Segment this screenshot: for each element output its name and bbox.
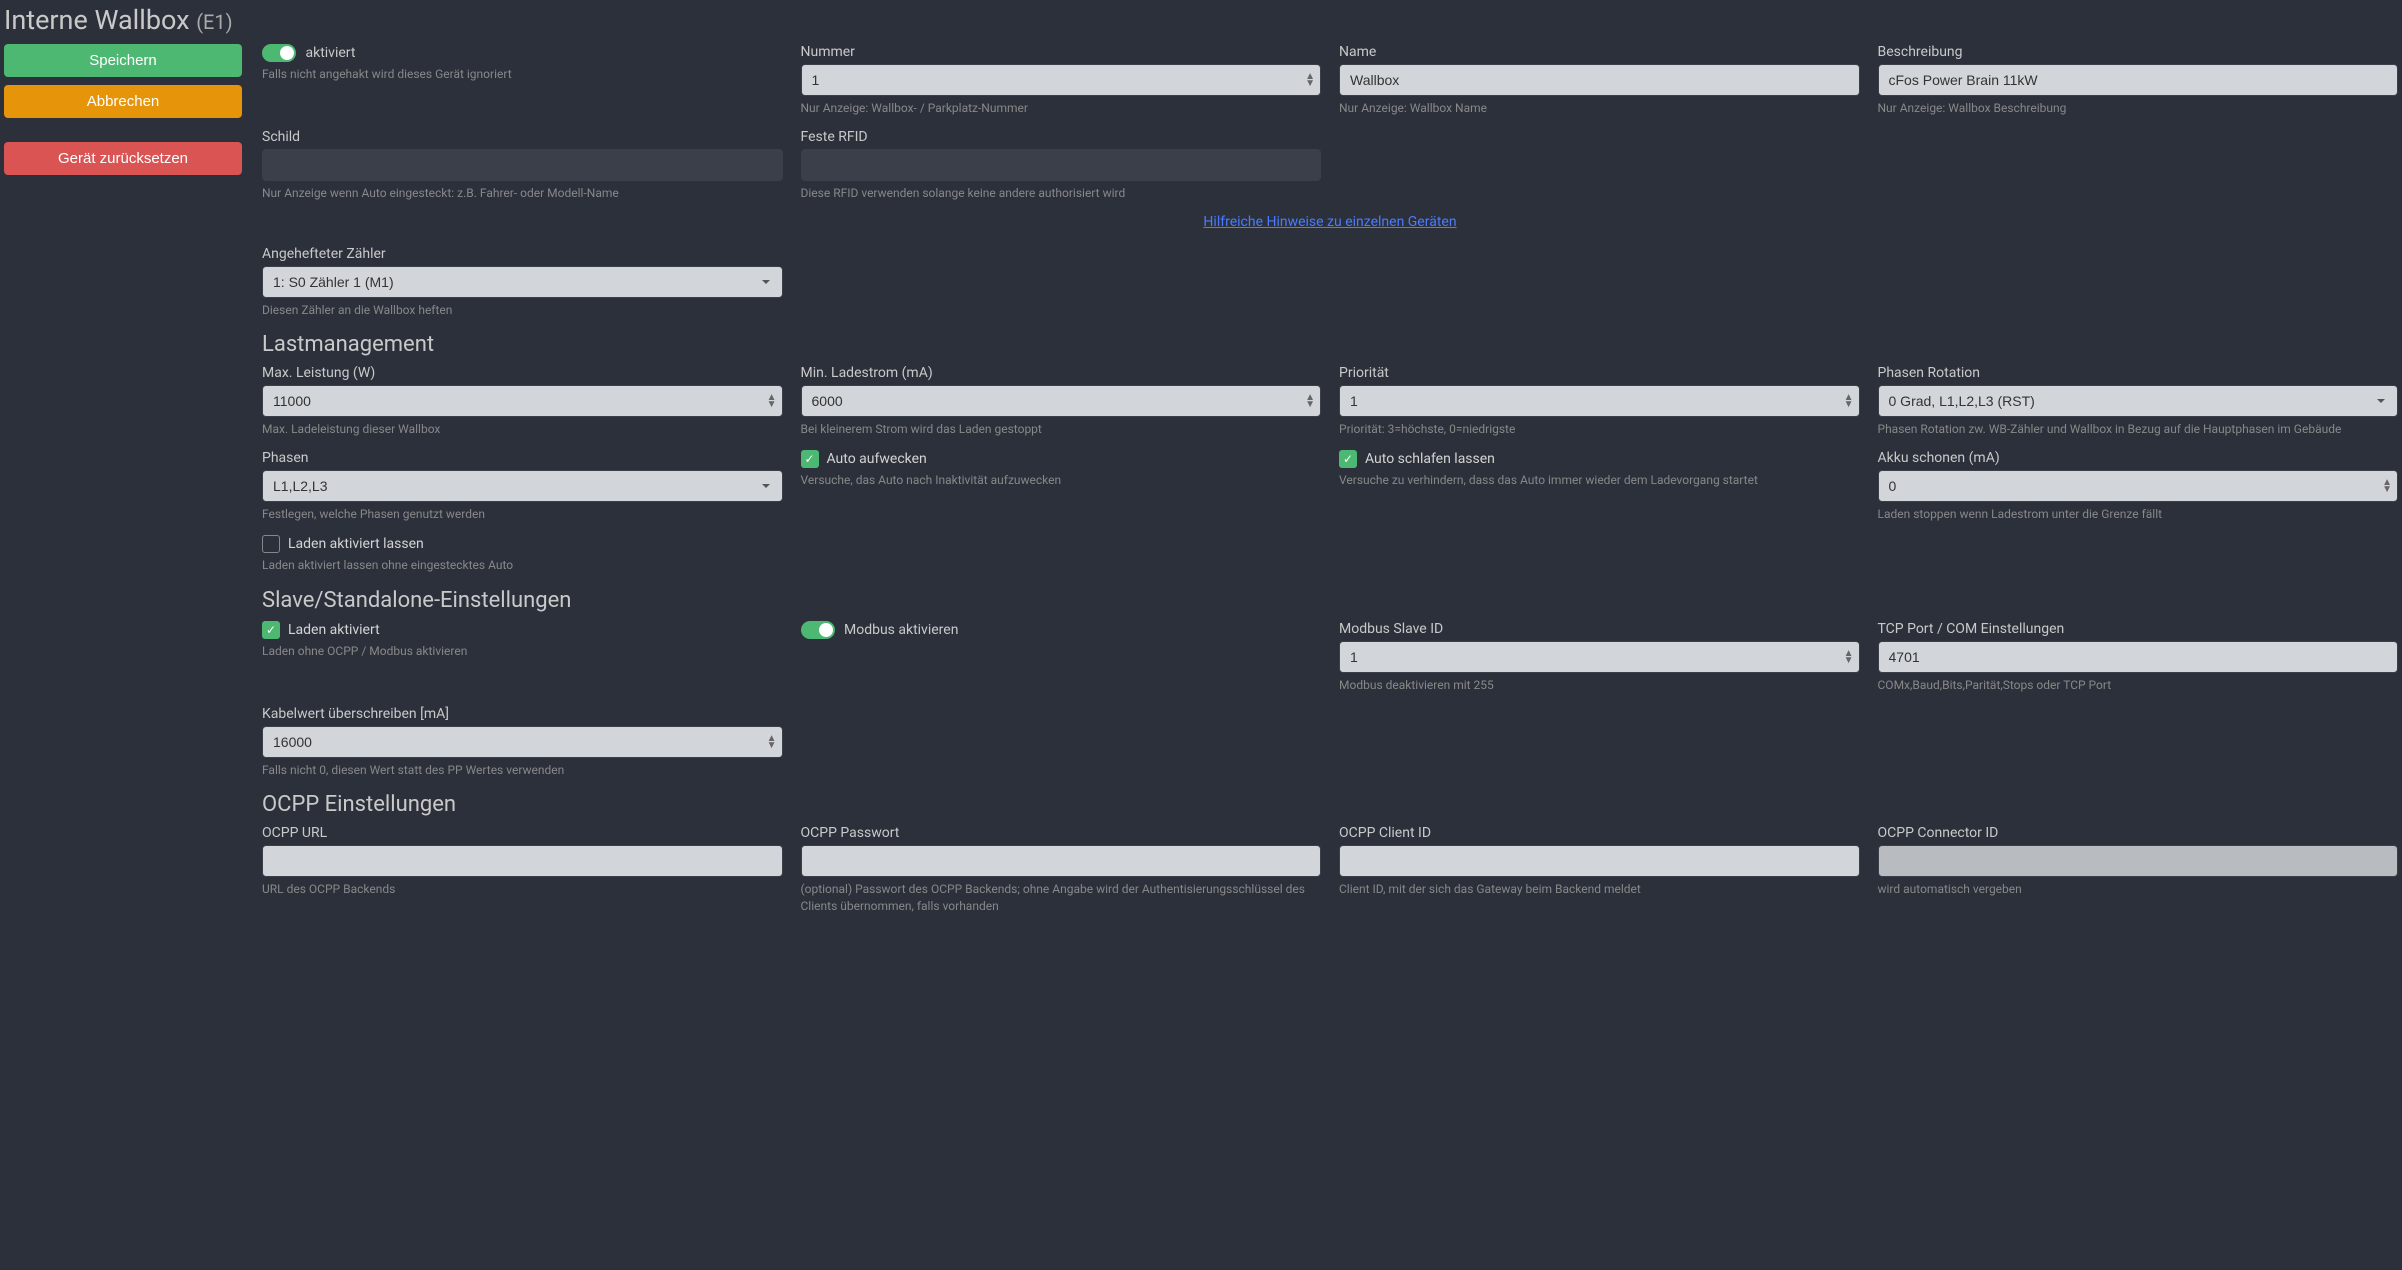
rfid-hint: Diese RFID verwenden solange keine ander… — [801, 185, 1322, 202]
max-power-input[interactable] — [262, 385, 783, 417]
modbus-active-toggle[interactable] — [801, 621, 835, 639]
tcp-port-label: TCP Port / COM Einstellungen — [1878, 621, 2399, 637]
ocpp-password-hint: (optional) Passwort des OCPP Backends; o… — [801, 881, 1322, 915]
description-hint: Nur Anzeige: Wallbox Beschreibung — [1878, 100, 2399, 117]
schild-input[interactable] — [262, 149, 783, 181]
akku-input[interactable] — [1878, 470, 2399, 502]
cancel-button[interactable]: Abbrechen — [4, 85, 242, 118]
wake-car-hint: Versuche, das Auto nach Inaktivität aufz… — [801, 472, 1322, 489]
phase-rotation-select[interactable]: 0 Grad, L1,L2,L3 (RST) — [1878, 385, 2399, 417]
ocpp-section-title: OCPP Einstellungen — [262, 792, 2398, 817]
number-label: Nummer — [801, 44, 1322, 60]
cable-override-hint: Falls nicht 0, diesen Wert statt des PP … — [262, 762, 783, 779]
schild-hint: Nur Anzeige wenn Auto eingesteckt: z.B. … — [262, 185, 783, 202]
phases-select[interactable]: L1,L2,L3 — [262, 470, 783, 502]
load-section-title: Lastmanagement — [262, 332, 2398, 357]
schild-label: Schild — [262, 129, 783, 145]
charging-active-hint: Laden ohne OCPP / Modbus aktivieren — [262, 643, 783, 660]
priority-label: Priorität — [1339, 365, 1860, 381]
attached-meter-label: Angehefteter Zähler — [262, 246, 783, 262]
name-hint: Nur Anzeige: Wallbox Name — [1339, 100, 1860, 117]
number-hint: Nur Anzeige: Wallbox- / Parkplatz-Nummer — [801, 100, 1322, 117]
reset-device-button[interactable]: Gerät zurücksetzen — [4, 142, 242, 175]
ocpp-url-input[interactable] — [262, 845, 783, 877]
keep-charging-checkbox[interactable] — [262, 535, 280, 553]
phases-hint: Festlegen, welche Phasen genutzt werden — [262, 506, 783, 523]
min-current-input[interactable] — [801, 385, 1322, 417]
attached-meter-hint: Diesen Zähler an die Wallbox heften — [262, 302, 783, 319]
ocpp-url-hint: URL des OCPP Backends — [262, 881, 783, 898]
akku-hint: Laden stoppen wenn Ladestrom unter die G… — [1878, 506, 2399, 523]
wake-car-label: Auto aufwecken — [827, 451, 927, 467]
tcp-port-input[interactable] — [1878, 641, 2399, 673]
priority-hint: Priorität: 3=höchste, 0=niedrigste — [1339, 421, 1860, 438]
cable-override-label: Kabelwert überschreiben [mA] — [262, 706, 783, 722]
wake-car-checkbox[interactable]: ✓ — [801, 450, 819, 468]
number-input[interactable] — [801, 64, 1322, 96]
name-input[interactable] — [1339, 64, 1860, 96]
modbus-id-hint: Modbus deaktivieren mit 255 — [1339, 677, 1860, 694]
priority-input[interactable] — [1339, 385, 1860, 417]
modbus-id-label: Modbus Slave ID — [1339, 621, 1860, 637]
slave-section-title: Slave/Standalone-Einstellungen — [262, 588, 2398, 613]
cable-override-input[interactable] — [262, 726, 783, 758]
ocpp-connector-id-input — [1878, 845, 2399, 877]
min-current-label: Min. Ladestrom (mA) — [801, 365, 1322, 381]
ocpp-connector-id-label: OCPP Connector ID — [1878, 825, 2399, 841]
let-sleep-label: Auto schlafen lassen — [1365, 451, 1495, 467]
sidebar: Speichern Abbrechen Gerät zurücksetzen — [4, 44, 242, 927]
page-title: Interne Wallbox (E1) — [4, 4, 2398, 36]
ocpp-client-id-hint: Client ID, mit der sich das Gateway beim… — [1339, 881, 1860, 898]
name-label: Name — [1339, 44, 1860, 60]
activate-hint: Falls nicht angehakt wird dieses Gerät i… — [262, 66, 783, 83]
description-label: Beschreibung — [1878, 44, 2399, 60]
max-power-label: Max. Leistung (W) — [262, 365, 783, 381]
device-help-link[interactable]: Hilfreiche Hinweise zu einzelnen Geräten — [1203, 214, 1456, 230]
phases-label: Phasen — [262, 450, 783, 466]
tcp-port-hint: COMx,Baud,Bits,Parität,Stops oder TCP Po… — [1878, 677, 2399, 694]
rfid-label: Feste RFID — [801, 129, 1322, 145]
ocpp-url-label: OCPP URL — [262, 825, 783, 841]
phase-rotation-label: Phasen Rotation — [1878, 365, 2399, 381]
max-power-hint: Max. Ladeleistung dieser Wallbox — [262, 421, 783, 438]
attached-meter-select[interactable]: 1: S0 Zähler 1 (M1) — [262, 266, 783, 298]
ocpp-password-input[interactable] — [801, 845, 1322, 877]
akku-label: Akku schonen (mA) — [1878, 450, 2399, 466]
activate-label: aktiviert — [305, 45, 355, 61]
keep-charging-label: Laden aktiviert lassen — [288, 536, 424, 552]
ocpp-client-id-label: OCPP Client ID — [1339, 825, 1860, 841]
ocpp-client-id-input[interactable] — [1339, 845, 1860, 877]
activate-toggle[interactable] — [262, 44, 296, 62]
keep-charging-hint: Laden aktiviert lassen ohne eingesteckte… — [262, 557, 783, 574]
phase-rotation-hint: Phasen Rotation zw. WB-Zähler und Wallbo… — [1878, 421, 2399, 438]
save-button[interactable]: Speichern — [4, 44, 242, 77]
modbus-active-label: Modbus aktivieren — [844, 622, 958, 638]
let-sleep-hint: Versuche zu verhindern, dass das Auto im… — [1339, 472, 1860, 489]
rfid-input[interactable] — [801, 149, 1322, 181]
description-input[interactable] — [1878, 64, 2399, 96]
ocpp-connector-id-hint: wird automatisch vergeben — [1878, 881, 2399, 898]
charging-active-checkbox[interactable]: ✓ — [262, 621, 280, 639]
main-form: aktiviert Falls nicht angehakt wird dies… — [262, 44, 2398, 927]
min-current-hint: Bei kleinerem Strom wird das Laden gesto… — [801, 421, 1322, 438]
let-sleep-checkbox[interactable]: ✓ — [1339, 450, 1357, 468]
charging-active-label: Laden aktiviert — [288, 622, 380, 638]
ocpp-password-label: OCPP Passwort — [801, 825, 1322, 841]
modbus-id-input[interactable] — [1339, 641, 1860, 673]
